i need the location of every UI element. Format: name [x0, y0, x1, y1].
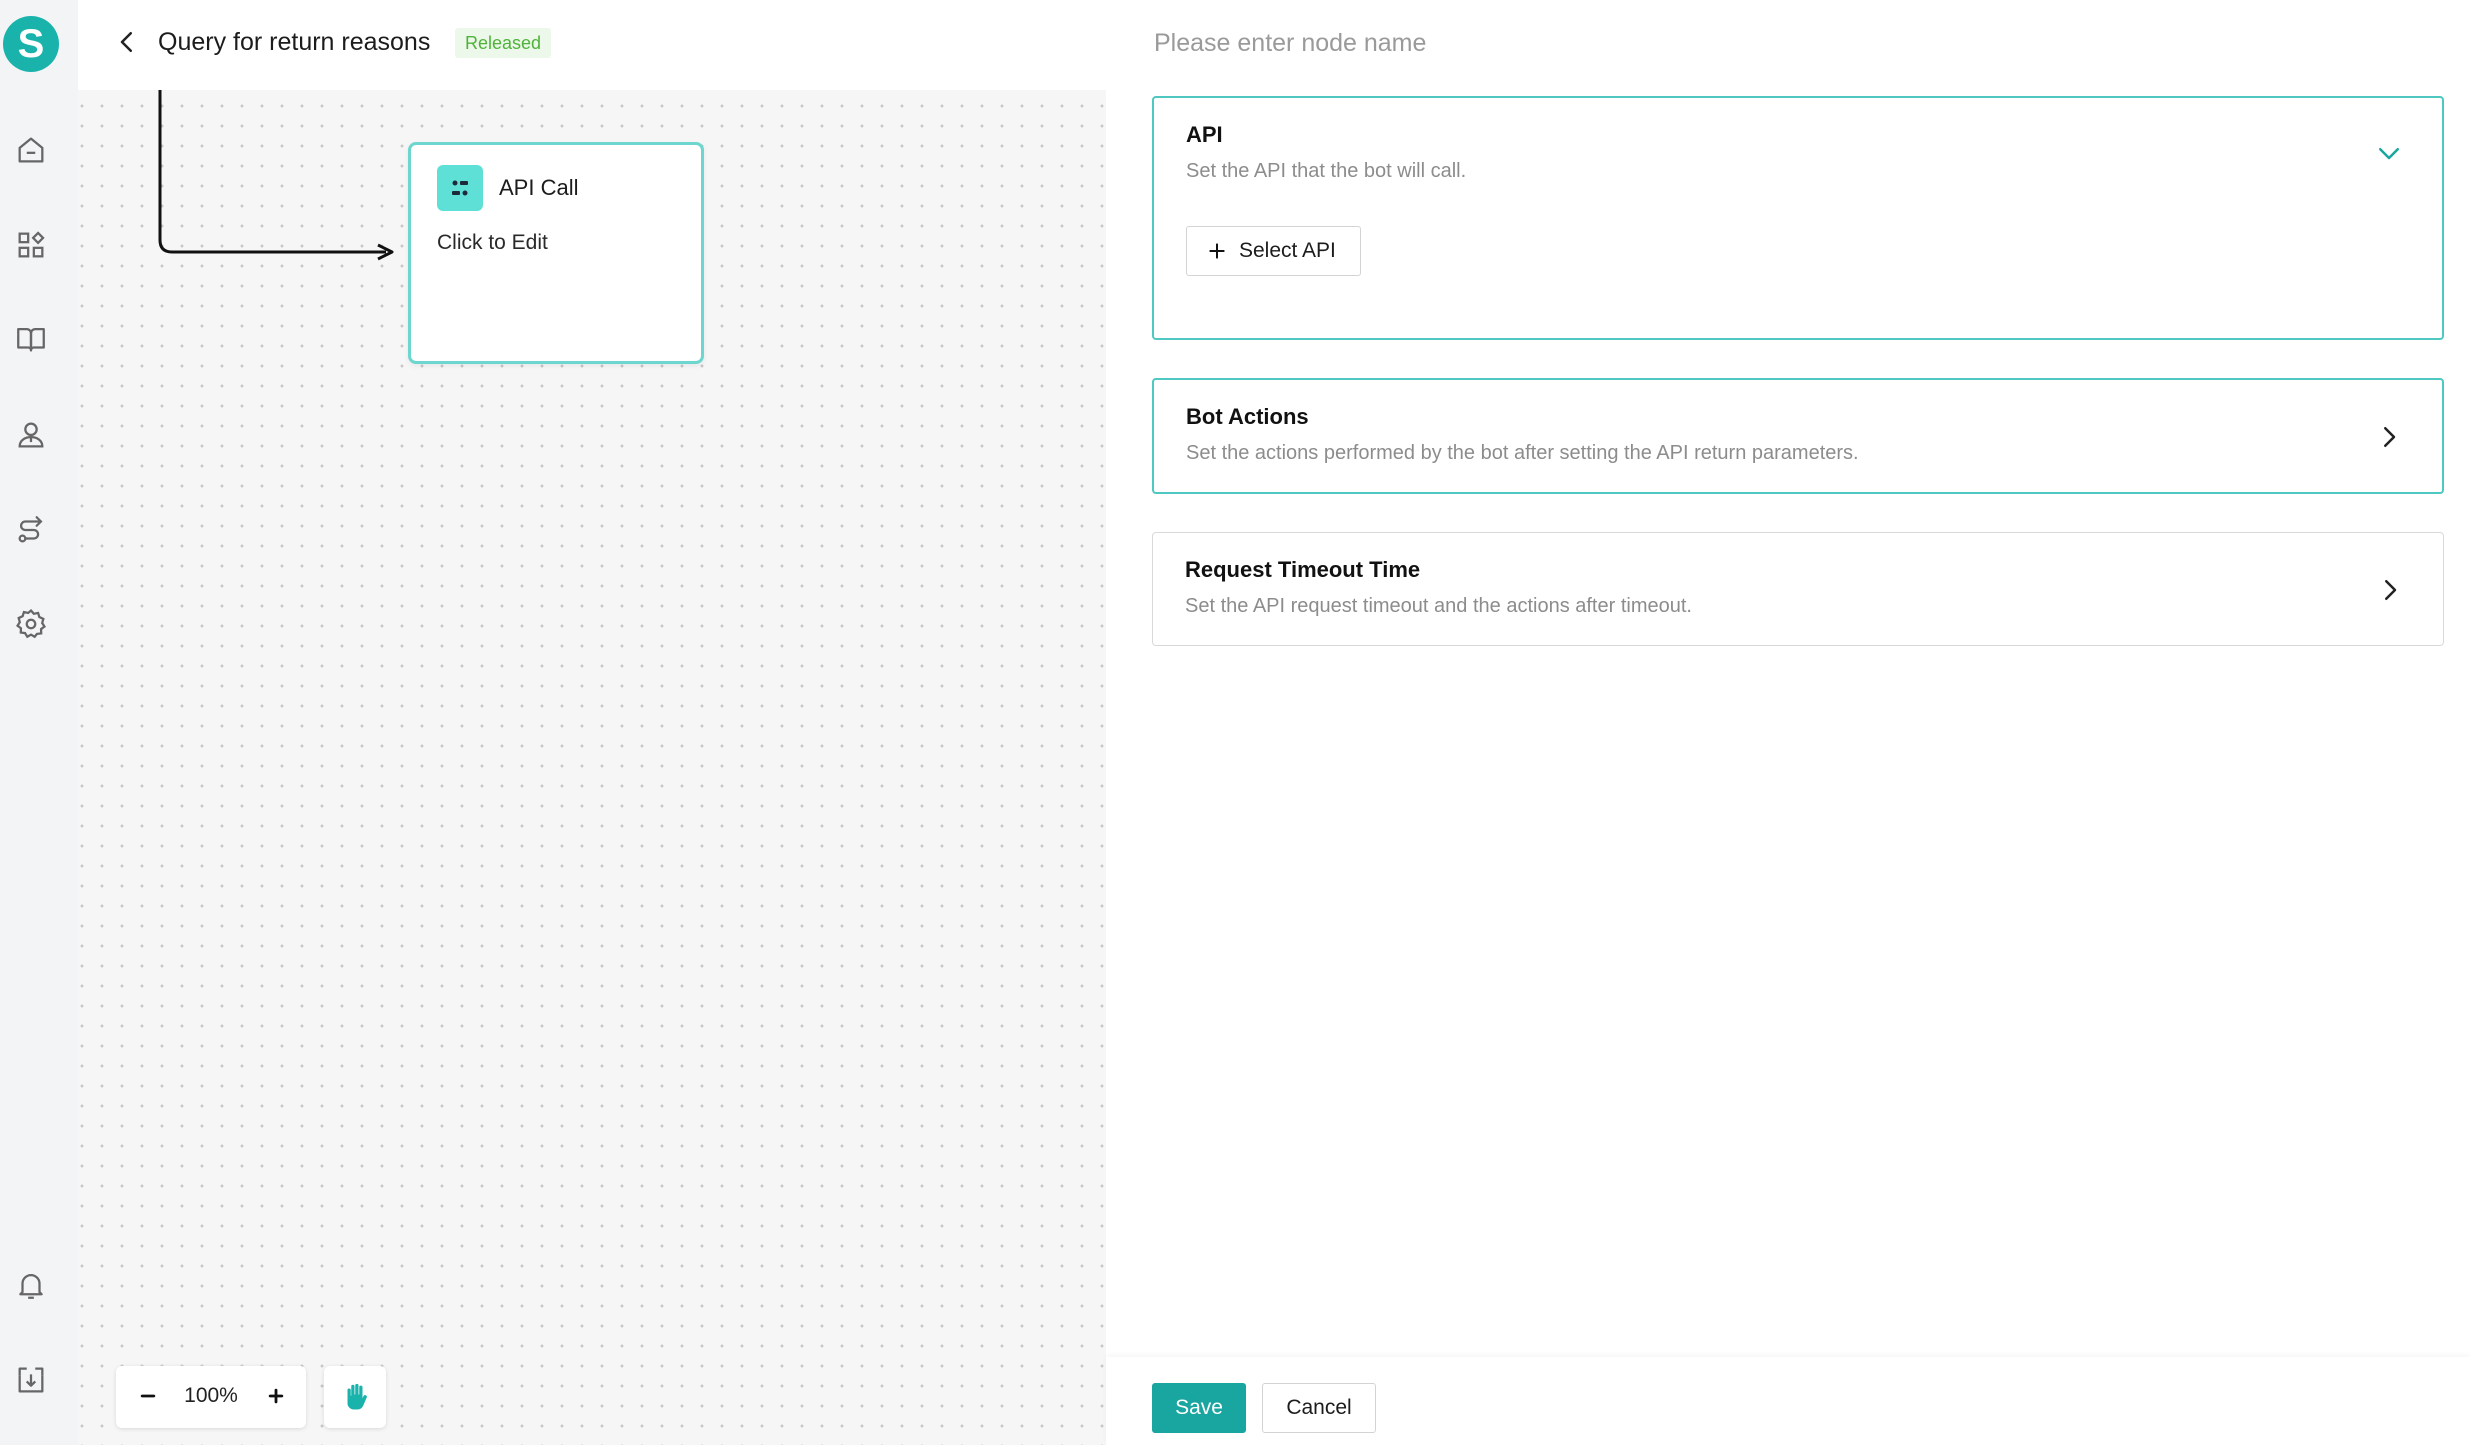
api-call-node[interactable]: API Call Click to Edit	[408, 142, 704, 364]
user-icon[interactable]	[14, 418, 48, 452]
nav-rail: S	[0, 0, 79, 1445]
page-title: Query for return reasons	[158, 28, 431, 56]
editor-header: Query for return reasons Released	[78, 0, 1182, 90]
zoom-control: 100%	[116, 1366, 306, 1428]
bell-icon[interactable]	[14, 1268, 48, 1302]
book-icon[interactable]	[14, 322, 48, 356]
minus-icon	[140, 1394, 156, 1398]
apps-icon[interactable]	[14, 228, 48, 262]
panel-footer: Save Cancel	[1106, 1357, 2470, 1445]
select-api-button[interactable]: Select API	[1186, 226, 1361, 276]
zoom-level: 100%	[184, 1384, 238, 1407]
home-icon[interactable]	[14, 133, 48, 167]
chevron-right-icon[interactable]	[2375, 575, 2405, 605]
download-icon[interactable]	[14, 1363, 48, 1397]
bot-actions-section[interactable]: Bot Actions Set the actions performed by…	[1152, 378, 2444, 494]
plus-icon	[1209, 243, 1225, 259]
app-logo[interactable]: S	[3, 16, 59, 72]
gear-icon[interactable]	[14, 607, 48, 641]
route-icon[interactable]	[14, 513, 48, 547]
chevron-down-icon[interactable]	[2374, 138, 2404, 168]
flow-canvas[interactable]: API Call Click to Edit 100%	[78, 90, 1106, 1445]
select-api-label: Select API	[1239, 239, 1336, 262]
request-timeout-title: Request Timeout Time	[1185, 557, 1421, 582]
node-subtitle: Click to Edit	[437, 231, 548, 254]
chevron-right-icon[interactable]	[2374, 422, 2404, 452]
api-section-title: API	[1186, 122, 1223, 147]
hand-icon	[347, 1383, 367, 1410]
node-title: API Call	[499, 175, 579, 200]
zoom-in-button[interactable]	[262, 1382, 290, 1410]
api-section[interactable]: API Set the API that the bot will call. …	[1152, 96, 2444, 340]
cancel-button[interactable]: Cancel	[1262, 1383, 1376, 1433]
save-button[interactable]: Save	[1152, 1383, 1246, 1433]
api-section-description: Set the API that the bot will call.	[1186, 160, 1467, 182]
chevron-left-icon	[120, 32, 132, 52]
plus-icon	[268, 1388, 284, 1404]
back-button[interactable]	[112, 27, 142, 57]
node-config-panel: API Set the API that the bot will call. …	[1106, 0, 2470, 1445]
bot-actions-description: Set the actions performed by the bot aft…	[1186, 442, 1859, 464]
request-timeout-section[interactable]: Request Timeout Time Set the API request…	[1152, 532, 2444, 646]
zoom-out-button[interactable]	[134, 1382, 162, 1410]
node-name-input[interactable]	[1152, 22, 2056, 64]
request-timeout-description: Set the API request timeout and the acti…	[1185, 595, 1692, 617]
bot-actions-title: Bot Actions	[1186, 404, 1309, 429]
api-node-icon	[437, 165, 483, 211]
pan-tool-button[interactable]	[324, 1366, 386, 1428]
status-badge: Released	[455, 28, 552, 58]
